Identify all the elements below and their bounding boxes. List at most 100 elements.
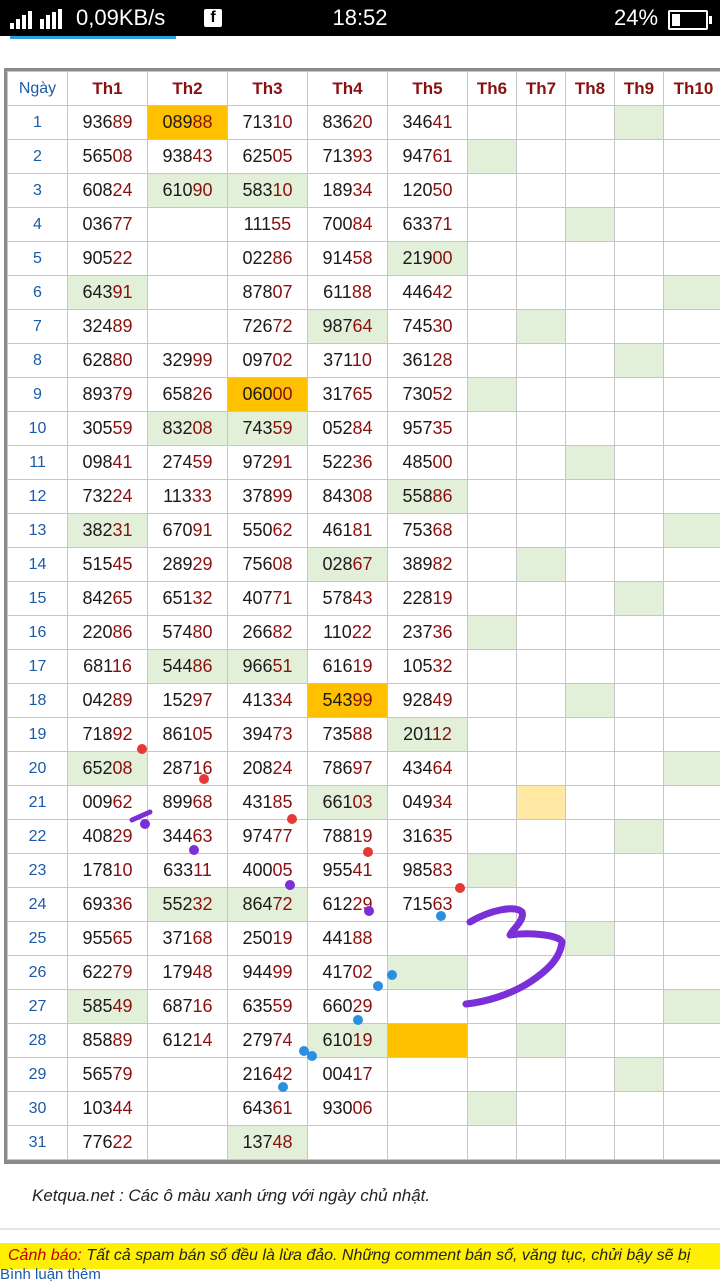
result-prefix: 060 [242,384,272,404]
table-row: 224082934463974777881931635 [8,820,720,854]
result-cell [517,1126,566,1160]
result-cell [566,582,615,616]
result-last-two: 79 [113,384,133,404]
result-cell: 93006 [308,1092,388,1126]
result-last-two: 02 [353,962,373,982]
result-last-two: 82 [433,554,453,574]
result-prefix: 189 [322,180,352,200]
result-cell [664,242,720,276]
divider [0,1228,720,1230]
result-cell [308,1126,388,1160]
result-cell [148,1058,228,1092]
result-cell [468,752,517,786]
tab-indicator [10,36,176,39]
result-last-two: 32 [193,894,213,914]
result-cell [566,888,615,922]
result-cell [664,1024,720,1058]
result-last-two: 90 [193,180,213,200]
result-last-two: 49 [113,996,133,1016]
result-prefix: 610 [322,1030,352,1050]
day-cell: 31 [8,1126,68,1160]
result-last-two: 10 [273,112,293,132]
result-cell [468,820,517,854]
result-prefix: 522 [322,452,352,472]
result-cell [615,990,664,1024]
table-row: 664391878076118844642 [8,276,720,310]
day-cell: 11 [8,446,68,480]
table-row: 206520828716208247869743464 [8,752,720,786]
result-prefix: 836 [322,112,352,132]
result-cell [388,922,468,956]
result-last-two: 89 [113,316,133,336]
header-th6: Th6 [468,72,517,106]
result-cell: 34463 [148,820,228,854]
table-row: 145154528929756080286738982 [8,548,720,582]
result-prefix: 446 [402,282,432,302]
result-prefix: 670 [162,520,192,540]
results-table: NgàyTh1Th2Th3Th4Th5Th6Th7Th8Th9Th10 1936… [7,71,720,1160]
result-prefix: 987 [322,316,352,336]
result-cell: 30559 [68,412,148,446]
result-cell [468,650,517,684]
result-cell: 44642 [388,276,468,310]
result-prefix: 858 [82,1030,112,1050]
result-prefix: 843 [322,486,352,506]
result-last-two: 41 [113,452,133,472]
day-cell: 1 [8,106,68,140]
result-last-two: 91 [113,282,133,302]
result-prefix: 289 [162,554,192,574]
result-prefix: 574 [162,622,192,642]
result-cell [615,888,664,922]
result-cell [517,276,566,310]
result-prefix: 938 [162,146,192,166]
result-cell [566,446,615,480]
result-cell [664,344,720,378]
table-row: 176811654486966516161910532 [8,650,720,684]
result-cell: 15297 [148,684,228,718]
result-cell: 25019 [228,922,308,956]
day-cell: 29 [8,1058,68,1092]
result-last-two: 72 [273,894,293,914]
table-header-row: NgàyTh1Th2Th3Th4Th5Th6Th7Th8Th9Th10 [8,72,720,106]
result-cell [566,1058,615,1092]
result-last-two: 02 [273,350,293,370]
result-prefix: 700 [322,214,352,234]
result-last-two: 32 [193,588,213,608]
result-last-two: 92 [113,724,133,744]
result-cell [148,310,228,344]
result-cell: 89379 [68,378,148,412]
result-cell [664,752,720,786]
result-cell [664,1058,720,1092]
result-last-two: 14 [193,1030,213,1050]
result-last-two: 91 [273,452,293,472]
result-last-two: 55 [271,214,291,234]
result-cell: 78697 [308,752,388,786]
result-cell [566,650,615,684]
result-cell [388,1024,468,1058]
day-cell: 21 [8,786,68,820]
result-prefix: 407 [242,588,272,608]
result-cell [517,956,566,990]
result-prefix: 329 [162,350,192,370]
result-last-two: 43 [193,146,213,166]
clock: 18:52 [0,5,720,31]
result-cell [566,1092,615,1126]
result-cell: 86105 [148,718,228,752]
result-last-two: 05 [273,860,293,880]
result-last-two: 88 [193,112,213,132]
more-comments-link[interactable]: Bình luận thêm [0,1266,101,1283]
result-last-two: 41 [433,112,453,132]
result-prefix: 400 [242,860,272,880]
result-last-two: 88 [353,724,373,744]
result-prefix: 485 [402,452,432,472]
result-prefix: 713 [242,112,272,132]
result-cell: 65208 [68,752,148,786]
result-prefix: 228 [402,588,432,608]
result-last-two: 79 [113,1064,133,1084]
result-cell: 26682 [228,616,308,650]
result-cell: 11333 [148,480,228,514]
result-prefix: 832 [162,418,192,438]
result-cell: 22819 [388,582,468,616]
result-cell: 20824 [228,752,308,786]
result-cell: 72672 [228,310,308,344]
